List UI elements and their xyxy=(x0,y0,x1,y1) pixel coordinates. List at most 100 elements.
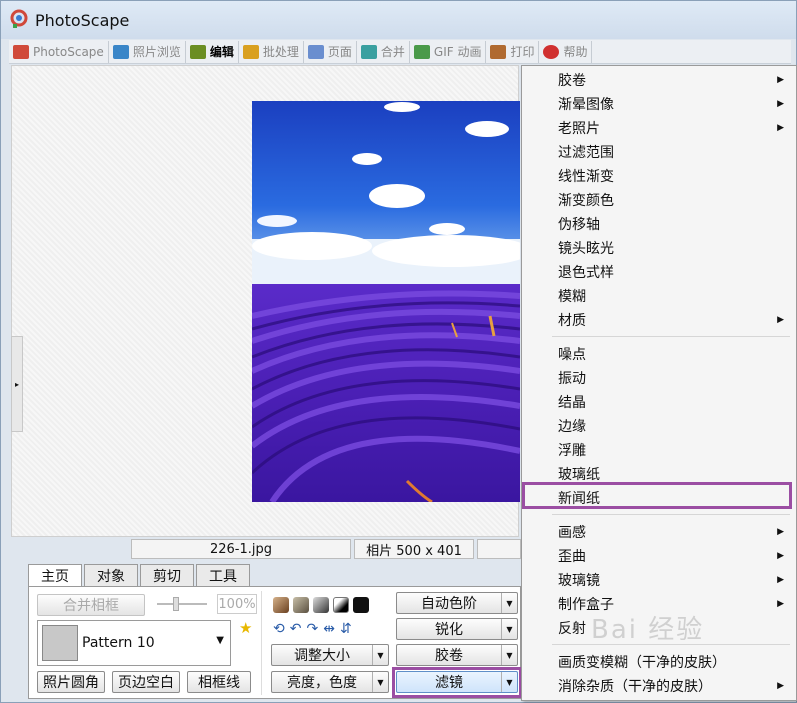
menu-item[interactable]: 渐晕图像 ▶ xyxy=(522,92,796,116)
menu-item[interactable]: 过滤范围 xyxy=(522,140,796,164)
menu-item[interactable]: 玻璃镜 ▶ xyxy=(522,568,796,592)
menu-item[interactable]: 画质变模糊（干净的皮肤） xyxy=(522,650,796,674)
photoscape-logo-icon xyxy=(10,9,28,28)
edited-photo[interactable] xyxy=(252,101,520,502)
tab-crop[interactable]: 剪切 xyxy=(140,564,194,586)
menu-item[interactable]: 镜头眩光 xyxy=(522,236,796,260)
zoom-slider[interactable] xyxy=(157,597,207,613)
flip-vertical-icon[interactable]: ⇵ xyxy=(340,621,352,637)
status-bar: 226-1.jpg 相片 500 x 401 xyxy=(131,539,521,559)
menu-item[interactable]: 消除杂质（干净的皮肤） ▶ xyxy=(522,674,796,698)
menu-item[interactable]: 材质 ▶ xyxy=(522,308,796,332)
app-tab-8[interactable]: 帮助 xyxy=(539,40,593,63)
flip-horizontal-icon[interactable]: ⇹ xyxy=(323,621,335,637)
app-tab-label: 编辑 xyxy=(209,45,234,59)
pattern-select[interactable]: Pattern 10 ▼ xyxy=(37,620,231,666)
menu-item[interactable]: 歪曲 ▶ xyxy=(522,544,796,568)
menu-item[interactable]: 老照片 ▶ xyxy=(522,116,796,140)
auto-level-dropdown[interactable]: 自动色阶 ▼ xyxy=(396,592,518,614)
redo-icon[interactable]: ↷ xyxy=(306,621,318,637)
round-corner-button[interactable]: 照片圆角 xyxy=(37,671,105,693)
sidebar-toggle-grip[interactable]: ▸ xyxy=(11,336,23,432)
sepia-tone-icon[interactable] xyxy=(273,597,289,613)
app-tab-1[interactable]: 照片浏览 xyxy=(109,40,186,63)
menu-item[interactable]: 线性渐变 xyxy=(522,164,796,188)
app-tab-6[interactable]: GIF 动画 xyxy=(410,40,487,63)
title-bar: PhotoScape xyxy=(1,1,796,39)
app-window: PhotoScape PhotoScape 照片浏览 编辑 批处理 页面 合并 GIF 动画… xyxy=(0,0,797,703)
zoom-field[interactable]: 100% xyxy=(217,594,257,614)
tab-tools[interactable]: 工具 xyxy=(196,564,250,586)
merge-frame-button[interactable]: 合并相框 xyxy=(37,594,145,616)
menu-item-label: 玻璃镜 xyxy=(558,573,600,589)
panel-tabs: 主页 对象 剪切 工具 xyxy=(28,564,252,587)
tab-home[interactable]: 主页 xyxy=(28,564,82,587)
menu-item-label: 画感 xyxy=(558,525,586,541)
status-extra xyxy=(477,539,521,559)
chevron-down-icon: ▼ xyxy=(216,635,224,646)
slider-thumb[interactable] xyxy=(173,597,179,611)
submenu-arrow-icon: ▶ xyxy=(777,599,784,609)
menu-item[interactable]: 噪点 xyxy=(522,342,796,366)
negative-icon[interactable] xyxy=(353,597,369,613)
star-favorite-icon[interactable]: ★ xyxy=(239,619,252,637)
sharpen-dropdown[interactable]: 锐化 ▼ xyxy=(396,618,518,640)
submenu-arrow-icon: ▶ xyxy=(777,681,784,691)
app-tab-2[interactable]: 编辑 xyxy=(186,40,239,63)
panel-divider xyxy=(261,591,262,695)
filter-menu: 胶卷 ▶ 渐晕图像 ▶ 老照片 ▶ 过滤范围 线性渐变 渐变颜色伪移轴镜头眩光退色式样 模糊 材质 ▶… xyxy=(521,65,797,701)
menu-item-label: 噪点 xyxy=(558,347,586,363)
menu-item-label: 振动 xyxy=(558,371,586,387)
status-image-size: 相片 500 x 401 xyxy=(354,539,474,559)
menu-item[interactable]: 画感 ▶ xyxy=(522,520,796,544)
resize-label: 调整大小 xyxy=(294,648,350,664)
app-tab-4[interactable]: 页面 xyxy=(304,40,357,63)
tab-object[interactable]: 对象 xyxy=(84,564,138,586)
submenu-arrow-icon: ▶ xyxy=(777,123,784,133)
submenu-arrow-icon: ▶ xyxy=(777,99,784,109)
app-tab-5[interactable]: 合并 xyxy=(357,40,410,63)
menu-item[interactable]: 振动 xyxy=(522,366,796,390)
brightness-dropdown[interactable]: 亮度，色度 ▼ xyxy=(271,671,389,693)
menu-item[interactable]: 结晶 xyxy=(522,390,796,414)
combine-icon xyxy=(360,44,377,59)
chevron-down-icon: ▼ xyxy=(501,619,517,639)
app-tab-0[interactable]: PhotoScape xyxy=(9,40,109,63)
menu-item-label: 伪移轴 xyxy=(558,217,600,233)
watermark-text: Bai 经验 xyxy=(591,615,705,645)
menu-item-label: 镜头眩光 xyxy=(558,241,614,257)
submenu-arrow-icon: ▶ xyxy=(777,75,784,85)
batch-icon xyxy=(242,44,259,59)
menu-item-label: 浮雕 xyxy=(558,443,586,459)
margin-button[interactable]: 页边空白 xyxy=(112,671,180,693)
menu-separator xyxy=(552,514,790,515)
undo-icon[interactable]: ↶ xyxy=(290,621,302,637)
resize-dropdown[interactable]: 调整大小 ▼ xyxy=(271,644,389,666)
chevron-down-icon: ▼ xyxy=(372,672,388,692)
menu-item-label: 消除杂质（干净的皮肤） xyxy=(558,679,712,695)
rotate-left-icon[interactable]: ⟲ xyxy=(273,621,285,637)
chevron-down-icon: ▼ xyxy=(501,645,517,665)
menu-item-label: 边缘 xyxy=(558,419,586,435)
frame-line-button[interactable]: 相框线 xyxy=(187,671,251,693)
menu-item[interactable]: 退色式样 xyxy=(522,260,796,284)
menu-item[interactable]: 边缘 xyxy=(522,414,796,438)
menu-item[interactable]: 渐变颜色 xyxy=(522,188,796,212)
menu-item-label: 歪曲 xyxy=(558,549,586,565)
black-white-icon[interactable] xyxy=(333,597,349,613)
menu-item[interactable]: 模糊 xyxy=(522,284,796,308)
app-tab-7[interactable]: 打印 xyxy=(486,40,540,63)
menu-item[interactable]: 胶卷 ▶ xyxy=(522,68,796,92)
menu-item-label: 反射 xyxy=(558,621,586,637)
grayscale-icon[interactable] xyxy=(313,597,329,613)
menu-item[interactable]: 浮雕 xyxy=(522,438,796,462)
app-tab-label: 帮助 xyxy=(563,45,588,59)
print-icon xyxy=(490,44,507,59)
film-dropdown[interactable]: 胶卷 ▼ xyxy=(396,644,518,666)
window-title: PhotoScape xyxy=(35,11,130,30)
arrow-right-icon: ▸ xyxy=(14,379,19,389)
warm-tone-icon[interactable] xyxy=(293,597,309,613)
app-tab-3[interactable]: 批处理 xyxy=(239,40,304,63)
menu-item[interactable]: 伪移轴 xyxy=(522,212,796,236)
filter-button-highlight xyxy=(392,667,522,698)
